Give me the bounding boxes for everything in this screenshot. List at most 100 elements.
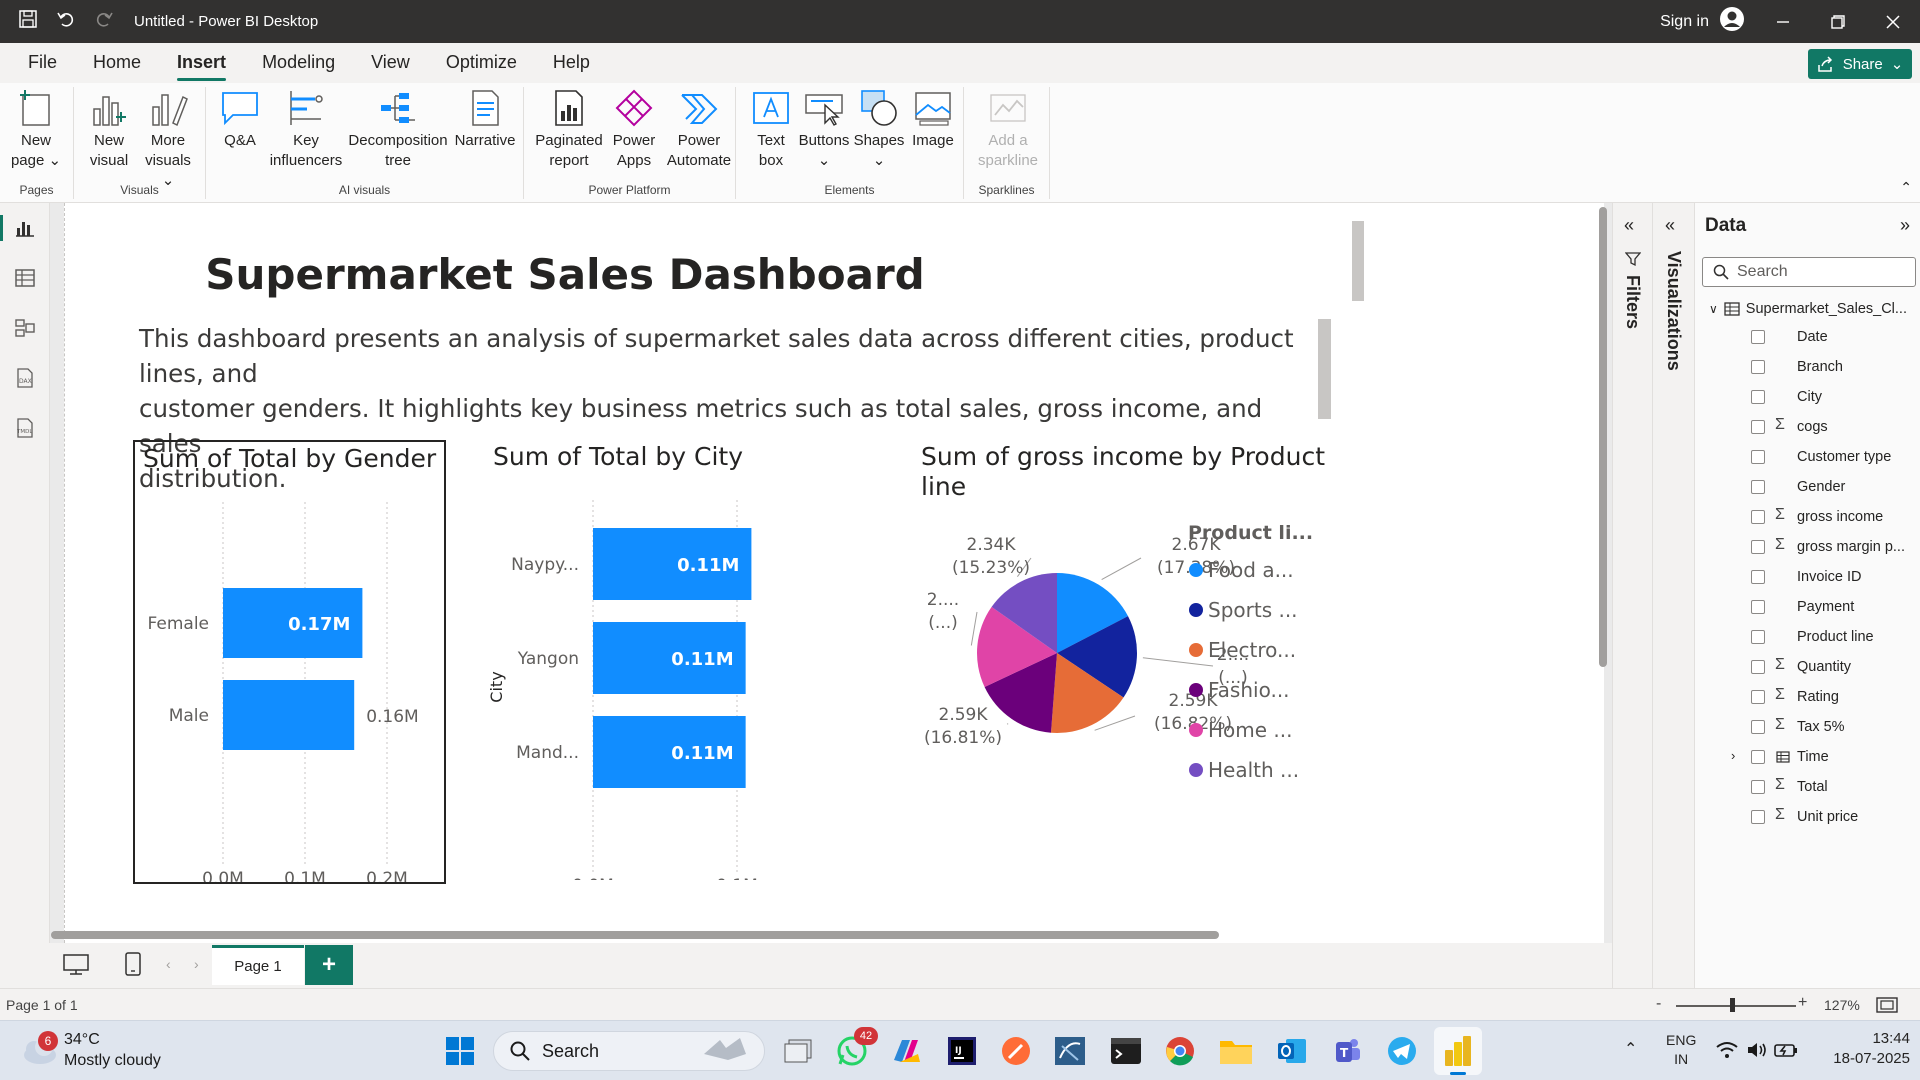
add-sparkline-button[interactable]: Add a sparkline: [972, 87, 1044, 171]
field-product-line[interactable]: Product line: [1797, 625, 1874, 649]
field-checkbox[interactable]: [1751, 690, 1765, 704]
power-bi-taskbar-button[interactable]: [1434, 1027, 1482, 1075]
volume-icon[interactable]: [1746, 1041, 1768, 1064]
field-payment[interactable]: Payment: [1797, 595, 1854, 619]
field-quantity[interactable]: Quantity: [1797, 655, 1851, 679]
key-influencers-button[interactable]: Key influencers: [266, 87, 346, 171]
collapse-data-pane-icon[interactable]: »: [1900, 215, 1910, 236]
chevron-right-icon[interactable]: ›: [1731, 748, 1735, 763]
previous-page-icon[interactable]: ‹: [166, 956, 171, 972]
tab-optimize[interactable]: Optimize: [428, 52, 535, 83]
tab-help[interactable]: Help: [535, 52, 608, 83]
desktop-layout-icon[interactable]: [62, 953, 90, 982]
field-gross-margin-p-[interactable]: gross margin p...: [1797, 535, 1905, 559]
title-scrollbar[interactable]: [1352, 221, 1364, 301]
start-button[interactable]: [442, 1033, 478, 1069]
tmdl-view-icon[interactable]: TMDL: [12, 415, 38, 441]
filters-pane-collapsed[interactable]: « Filters: [1612, 203, 1652, 988]
wifi-icon[interactable]: [1716, 1041, 1738, 1064]
tab-home[interactable]: Home: [75, 52, 159, 83]
shapes-button[interactable]: Shapes ⌄: [852, 87, 906, 171]
buttons-button[interactable]: Buttons ⌄: [796, 87, 852, 171]
teams-icon[interactable]: T: [1328, 1033, 1364, 1069]
close-button[interactable]: [1865, 0, 1920, 43]
paginated-report-button[interactable]: Paginated report: [534, 87, 604, 171]
field-time[interactable]: Time: [1797, 745, 1829, 769]
image-button[interactable]: Image: [906, 87, 960, 151]
visualizations-pane-collapsed[interactable]: « Visualizations: [1652, 203, 1694, 988]
field-gender[interactable]: Gender: [1797, 475, 1845, 499]
report-view-icon[interactable]: [12, 215, 38, 241]
field-checkbox[interactable]: [1751, 510, 1765, 524]
tab-file[interactable]: File: [10, 52, 75, 83]
decomposition-tree-button[interactable]: Decomposition tree: [346, 87, 450, 171]
save-icon[interactable]: [18, 9, 38, 34]
field-checkbox[interactable]: [1751, 720, 1765, 734]
field-tax-5-[interactable]: Tax 5%: [1797, 715, 1845, 739]
field-checkbox[interactable]: [1751, 630, 1765, 644]
sql-tool-icon[interactable]: [1052, 1033, 1088, 1069]
field-checkbox[interactable]: [1751, 810, 1765, 824]
field-date[interactable]: Date: [1797, 325, 1828, 349]
field-checkbox[interactable]: [1751, 660, 1765, 674]
copilot-icon[interactable]: [888, 1033, 924, 1069]
description-scrollbar[interactable]: [1318, 319, 1331, 419]
field-checkbox[interactable]: [1751, 330, 1765, 344]
field-checkbox[interactable]: [1751, 480, 1765, 494]
field-checkbox[interactable]: [1751, 540, 1765, 554]
zoom-slider[interactable]: [1676, 1005, 1796, 1007]
next-page-icon[interactable]: ›: [194, 956, 199, 972]
zoom-in-icon[interactable]: +: [1798, 994, 1807, 1012]
minimize-button[interactable]: [1755, 0, 1810, 43]
field-checkbox[interactable]: [1751, 360, 1765, 374]
model-view-icon[interactable]: [12, 315, 38, 341]
power-apps-button[interactable]: Power Apps: [604, 87, 664, 171]
field-rating[interactable]: Rating: [1797, 685, 1839, 709]
dashboard-title[interactable]: Supermarket Sales Dashboard: [65, 250, 1065, 299]
more-visuals-button[interactable]: More visuals ⌄: [138, 87, 198, 191]
language-indicator[interactable]: ENG IN: [1666, 1031, 1696, 1069]
telegram-icon[interactable]: [1384, 1033, 1420, 1069]
text-box-button[interactable]: Text box: [746, 87, 796, 171]
table-view-icon[interactable]: [12, 265, 38, 291]
chevron-down-icon[interactable]: ∨: [1709, 302, 1718, 316]
expand-filters-icon[interactable]: «: [1624, 215, 1634, 236]
mobile-layout-icon[interactable]: [124, 951, 142, 982]
sign-in-button[interactable]: Sign in: [1660, 6, 1745, 37]
dax-query-view-icon[interactable]: DAX: [12, 365, 38, 391]
weather-widget[interactable]: 6: [20, 1031, 60, 1072]
field-branch[interactable]: Branch: [1797, 355, 1843, 379]
share-button[interactable]: Share ⌄: [1808, 49, 1912, 79]
add-page-button[interactable]: +: [305, 945, 353, 985]
file-explorer-icon[interactable]: [1218, 1033, 1254, 1069]
redo-icon[interactable]: [94, 9, 114, 34]
tab-insert[interactable]: Insert: [159, 52, 244, 83]
product-line-chart[interactable]: Sum of gross income by Product line 2.67…: [911, 440, 1381, 884]
jetbrains-icon[interactable]: IJ: [944, 1033, 980, 1069]
fit-to-page-icon[interactable]: [1876, 996, 1898, 1017]
field-checkbox[interactable]: [1751, 600, 1765, 614]
battery-icon[interactable]: [1774, 1041, 1798, 1064]
field-checkbox[interactable]: [1751, 390, 1765, 404]
tab-modeling[interactable]: Modeling: [244, 52, 353, 83]
restore-button[interactable]: [1810, 0, 1865, 43]
table-node[interactable]: ∨ Supermarket_Sales_Cl...: [1709, 301, 1907, 317]
terminal-icon[interactable]: [1108, 1033, 1144, 1069]
zoom-out-icon[interactable]: -: [1656, 995, 1661, 1013]
city-chart[interactable]: Sum of Total by City 0.0M 0.1M Naypy... 0.1…: [485, 440, 805, 884]
new-page-button[interactable]: New page ⌄: [10, 87, 62, 171]
narrative-button[interactable]: Narrative: [450, 87, 520, 151]
power-automate-button[interactable]: Power Automate: [664, 87, 734, 171]
taskbar-search[interactable]: Search: [493, 1031, 765, 1071]
page-tab[interactable]: Page 1: [212, 945, 304, 985]
outlook-icon[interactable]: [1274, 1033, 1310, 1069]
undo-icon[interactable]: [56, 9, 76, 34]
clock[interactable]: 13:44 18-07-2025: [1806, 1029, 1910, 1069]
field-checkbox[interactable]: [1751, 780, 1765, 794]
show-hidden-icons[interactable]: ⌃: [1624, 1039, 1637, 1059]
task-view-icon[interactable]: [780, 1033, 816, 1069]
field-invoice-id[interactable]: Invoice ID: [1797, 565, 1861, 589]
field-cogs[interactable]: cogs: [1797, 415, 1828, 439]
data-search-box[interactable]: Search: [1702, 257, 1916, 287]
field-customer-type[interactable]: Customer type: [1797, 445, 1891, 469]
